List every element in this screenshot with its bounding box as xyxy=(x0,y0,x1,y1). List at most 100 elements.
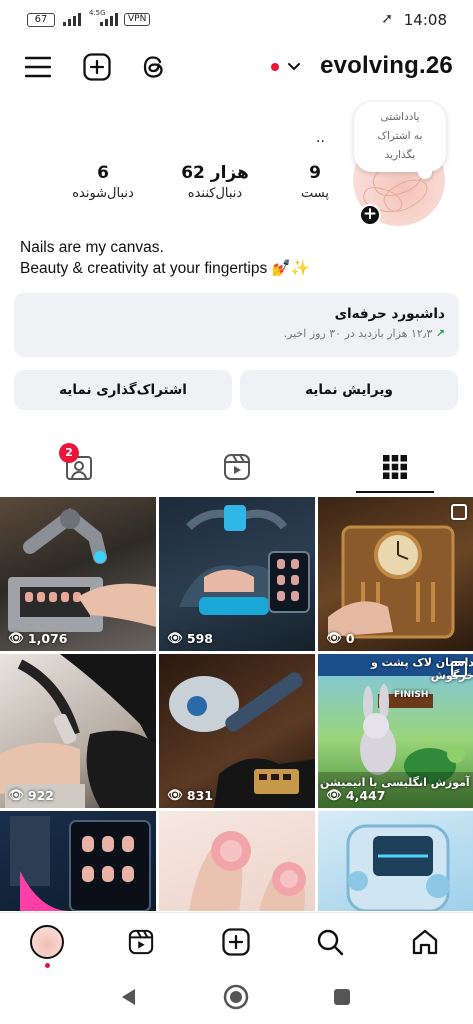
threads-icon[interactable] xyxy=(139,52,169,82)
eye-icon: 👁 xyxy=(326,630,342,645)
bottom-navigation xyxy=(0,912,473,970)
system-navigation xyxy=(0,970,473,1024)
stat-followers[interactable]: 62 هزار دنبال‌کننده xyxy=(172,162,258,204)
note-line: به اشتراک xyxy=(377,130,423,142)
view-count: 👁 1,076 xyxy=(8,630,67,646)
eye-icon: 👁 xyxy=(8,630,24,645)
nav-search[interactable] xyxy=(283,913,377,971)
view-count-value: 598 xyxy=(186,630,213,646)
home-icon xyxy=(412,929,438,955)
stat-following[interactable]: 6 دنبال‌شونده xyxy=(60,162,146,204)
following-count: 6 xyxy=(97,163,109,183)
multi-post-icon xyxy=(451,661,467,677)
view-count: 👁 831 xyxy=(167,787,213,803)
username[interactable]: evolving.26 xyxy=(320,52,453,80)
home-circle-icon[interactable] xyxy=(216,982,256,1012)
tablet-nail-printer-image xyxy=(10,816,151,911)
eye-icon: 👁 xyxy=(326,787,342,802)
eye-icon: 👁 xyxy=(8,787,24,802)
multi-post-icon xyxy=(451,504,467,520)
signal-icon-2 xyxy=(100,12,118,26)
post-tile[interactable]: 👁 922 xyxy=(0,654,156,808)
note-line: یادداشتی xyxy=(380,111,420,123)
battery-indicator: 67 xyxy=(27,13,55,27)
view-count-value: 831 xyxy=(186,787,213,803)
view-count-value: 922 xyxy=(27,787,54,803)
nail-drill-desk-image xyxy=(169,672,315,808)
nail-drill-hand-image xyxy=(0,654,156,808)
status-dots: .. xyxy=(316,130,325,146)
steampunk-machine-image xyxy=(328,525,455,639)
signal-icon xyxy=(63,12,81,26)
dashboard-views-text: ۱۲٫۳ هزار بازدید در ۳۰ روز اخیر. xyxy=(283,327,433,340)
bio-line: Beauty & creativity at your fingertips 💅… xyxy=(20,260,311,277)
view-count-value: 0 xyxy=(345,630,355,646)
profile-top-bar: evolving.26 xyxy=(0,46,473,90)
posts-grid: 👁 1,076 👁 598 👁 0 👁 922 👁 831 داستان لاک… xyxy=(0,497,473,911)
search-icon xyxy=(317,929,344,956)
reels-icon xyxy=(224,454,250,480)
post-tile[interactable]: 👁 831 xyxy=(159,654,315,808)
nav-home[interactable] xyxy=(378,913,472,971)
new-activity-dot xyxy=(271,63,279,71)
post-tile[interactable]: 👁 1,076 xyxy=(0,497,156,651)
nail-extension-machine-image xyxy=(346,824,450,911)
dashboard-subtitle: ↗ ۱۲٫۳ هزار بازدید در ۳۰ روز اخیر. xyxy=(28,325,445,343)
bio-line: Nails are my canvas. xyxy=(20,239,164,256)
following-label: دنبال‌شونده xyxy=(72,186,134,201)
profile-avatar-icon xyxy=(30,925,64,959)
recents-icon[interactable] xyxy=(322,982,362,1012)
eye-icon: 👁 xyxy=(167,787,183,802)
professional-dashboard[interactable]: داشبورد حرفه‌ای ↗ ۱۲٫۳ هزار بازدید در ۳۰… xyxy=(14,293,459,357)
edit-profile-button[interactable]: ویرایش نمایه xyxy=(240,370,458,410)
posts-count: 9 xyxy=(309,163,321,183)
active-tab-indicator xyxy=(356,491,434,493)
view-count: 👁 922 xyxy=(8,787,54,803)
post-tile[interactable]: 👁 598 xyxy=(159,497,315,651)
dashboard-title: داشبورد حرفه‌ای xyxy=(334,306,445,322)
view-count: 👁 0 xyxy=(326,630,355,646)
location-arrow-icon: ➚ xyxy=(381,11,393,27)
robot-arm-image xyxy=(8,508,156,632)
post-tile[interactable] xyxy=(0,811,156,911)
menu-icon[interactable] xyxy=(24,54,52,80)
view-count-value: 4,447 xyxy=(345,787,386,803)
status-bar: 67 4.5G VPN ➚ 14:08 xyxy=(0,0,473,40)
reels-icon xyxy=(128,929,154,955)
post-tile[interactable] xyxy=(318,811,473,911)
post-tile[interactable]: داستان لاک پشت و خرگوش FINISH آموزش انگل… xyxy=(318,654,473,808)
tab-tagged[interactable] xyxy=(0,440,158,494)
create-post-icon xyxy=(222,928,250,956)
view-count: 👁 4,447 xyxy=(326,787,385,803)
chevron-down-icon[interactable] xyxy=(287,58,301,77)
vpn-badge: VPN xyxy=(124,13,151,26)
nav-reels[interactable] xyxy=(94,913,188,971)
followers-label: دنبال‌کننده xyxy=(187,186,243,201)
note-line: بگذارید xyxy=(384,149,416,161)
back-icon[interactable] xyxy=(108,982,148,1012)
posts-label: پست xyxy=(301,186,329,201)
view-count-value: 1,076 xyxy=(27,630,68,646)
rose-nail-art-image xyxy=(189,831,306,911)
trend-up-icon: ↗ xyxy=(435,327,445,340)
nail-machine-image xyxy=(179,505,310,615)
post-tile[interactable]: 👁 0 xyxy=(318,497,473,651)
add-post-icon[interactable] xyxy=(82,52,112,82)
clock: 14:08 xyxy=(403,11,447,29)
add-story-icon[interactable]: + xyxy=(359,204,381,226)
profile-bio: Nails are my canvas. Beauty & creativity… xyxy=(20,237,310,279)
tab-grid[interactable] xyxy=(316,440,473,494)
profile-activity-dot xyxy=(45,963,50,968)
note-bubble[interactable]: یادداشتی به اشتراک بگذارید xyxy=(354,102,446,179)
nav-create[interactable] xyxy=(189,913,283,971)
tab-reels[interactable] xyxy=(158,440,316,494)
post-tile[interactable] xyxy=(159,811,315,911)
followers-count: 62 هزار xyxy=(181,163,249,183)
tagged-count-badge: 2 xyxy=(59,443,79,463)
stat-posts[interactable]: 9 پست xyxy=(283,162,347,204)
eye-icon: 👁 xyxy=(167,630,183,645)
view-count: 👁 598 xyxy=(167,630,213,646)
grid-icon xyxy=(383,455,407,479)
share-profile-button[interactable]: اشتراک‌گذاری نمایه xyxy=(14,370,232,410)
finish-banner: FINISH xyxy=(394,690,429,700)
